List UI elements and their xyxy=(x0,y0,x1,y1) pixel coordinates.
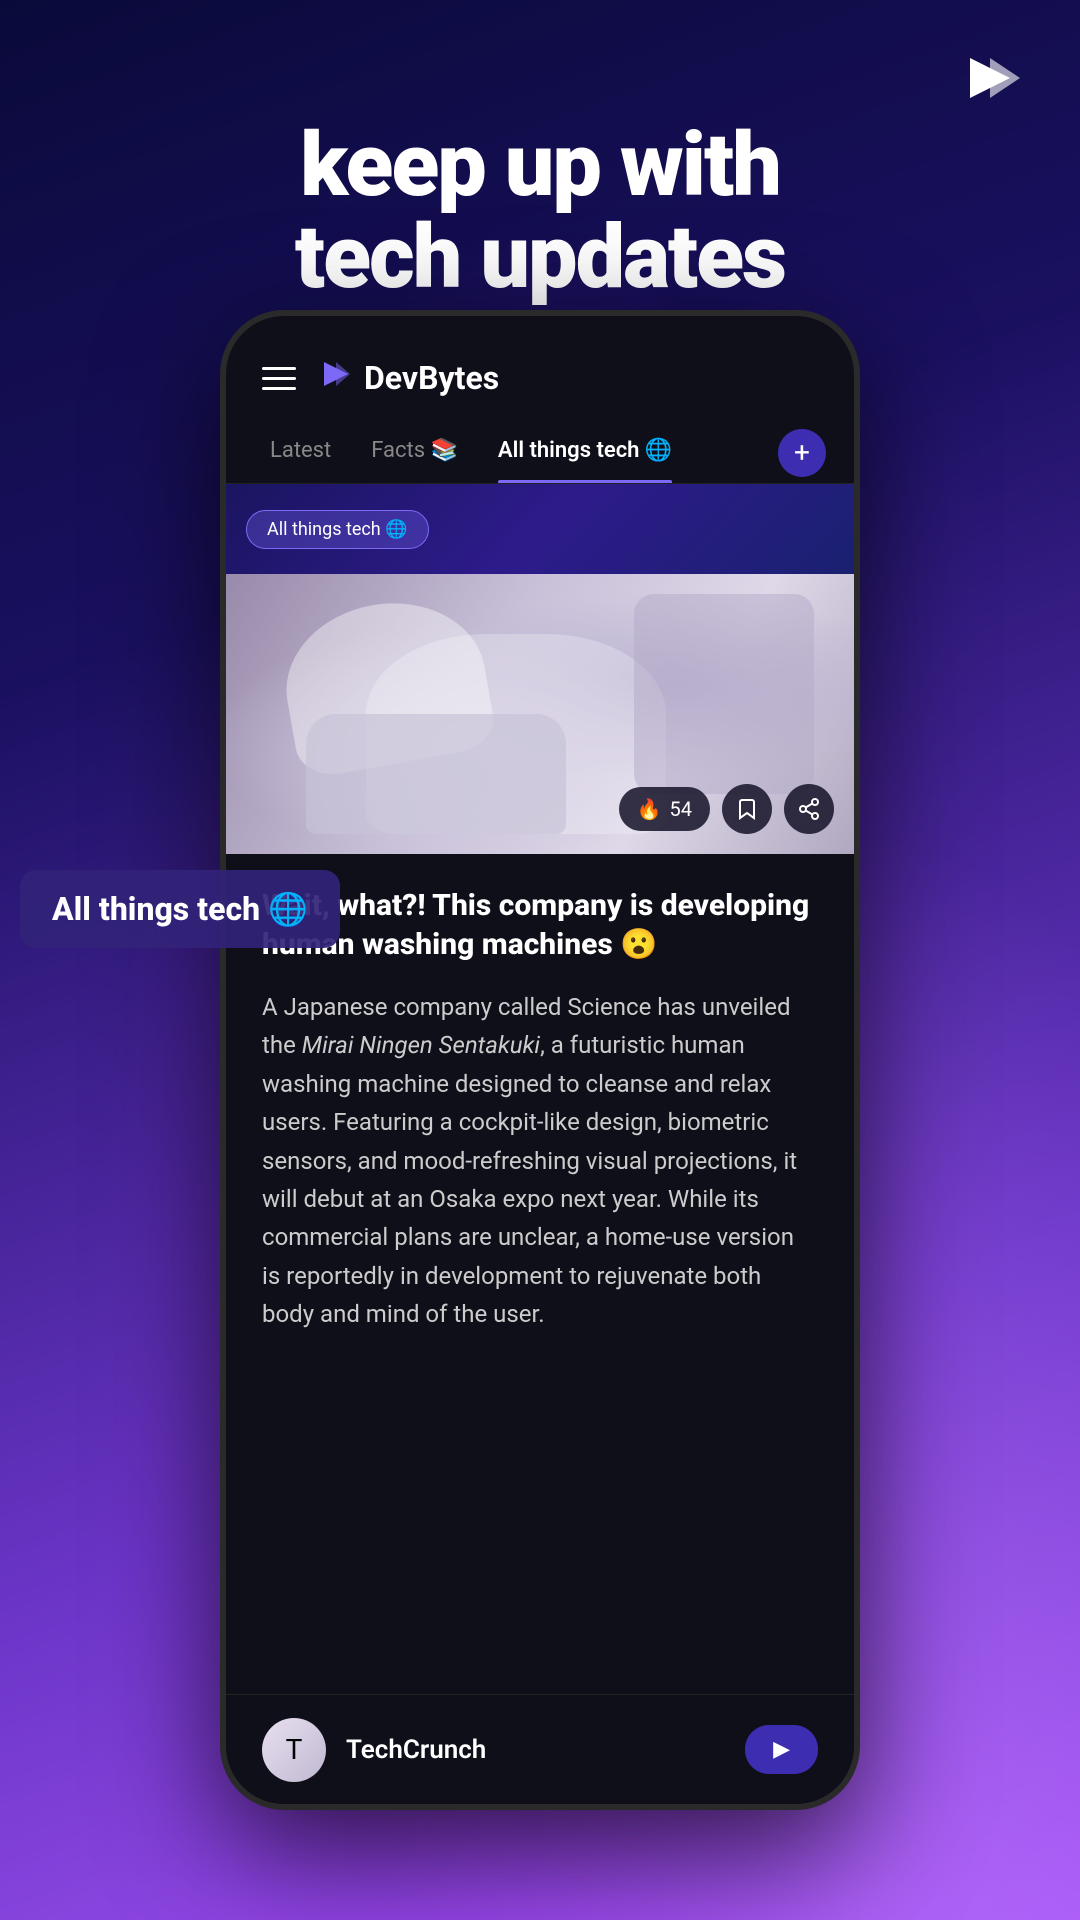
floating-category-badge: All things tech 🌐 xyxy=(20,870,340,948)
devbytes-logo-icon xyxy=(320,358,352,398)
car-seat-shape xyxy=(306,714,566,834)
source-action-button[interactable]: ▶ xyxy=(745,1725,818,1774)
headline-line1: keep up with xyxy=(60,120,1020,212)
source-avatar: T xyxy=(262,1718,326,1782)
phone-mockup: DevBytes Latest Facts 📚 All things tech … xyxy=(220,310,860,1810)
bookmark-button[interactable] xyxy=(722,784,772,834)
phone-screen: DevBytes Latest Facts 📚 All things tech … xyxy=(226,316,854,1804)
category-chip[interactable]: All things tech 🌐 xyxy=(246,510,429,549)
source-avatar-initial: T xyxy=(286,1733,303,1766)
tab-latest[interactable]: Latest xyxy=(254,422,347,483)
top-logo-icon xyxy=(960,48,1020,108)
hamburger-line xyxy=(262,367,296,370)
source-bar: T TechCrunch ▶ xyxy=(226,1694,854,1804)
app-name-label: DevBytes xyxy=(364,359,499,397)
hamburger-menu-button[interactable] xyxy=(262,367,296,390)
floating-badge-text: All things tech 🌐 xyxy=(52,890,308,928)
tab-add-button[interactable]: + xyxy=(778,429,826,477)
share-button[interactable] xyxy=(784,784,834,834)
fire-reaction-button[interactable]: 🔥 54 xyxy=(619,787,710,831)
article-image: 🔥 54 xyxy=(226,574,854,854)
article-body: A Japanese company called Science has un… xyxy=(262,988,818,1334)
source-name: TechCrunch xyxy=(346,1735,486,1765)
category-peek-strip: All things tech 🌐 xyxy=(226,484,854,574)
headline: keep up with tech updates xyxy=(60,120,1020,305)
tab-facts[interactable]: Facts 📚 xyxy=(355,422,474,483)
hamburger-line xyxy=(262,387,296,390)
headline-line2: tech updates xyxy=(60,212,1020,304)
article-action-bar: 🔥 54 xyxy=(619,784,834,834)
article-title: Wait, what?! This company is developing … xyxy=(262,886,818,964)
car-shape-3 xyxy=(634,594,814,794)
tab-bar: Latest Facts 📚 All things tech 🌐 + xyxy=(226,422,854,484)
hamburger-line xyxy=(262,377,296,380)
app-header: DevBytes xyxy=(226,316,854,422)
article-body-italic: Mirai Ningen Sentakuki xyxy=(302,1031,540,1059)
article-body-rest: , a futuristic human washing machine des… xyxy=(262,1031,797,1328)
fire-icon: 🔥 xyxy=(637,797,662,821)
fire-count: 54 xyxy=(670,797,692,821)
tab-all-things-tech[interactable]: All things tech 🌐 xyxy=(482,422,688,483)
app-logo: DevBytes xyxy=(320,358,499,398)
